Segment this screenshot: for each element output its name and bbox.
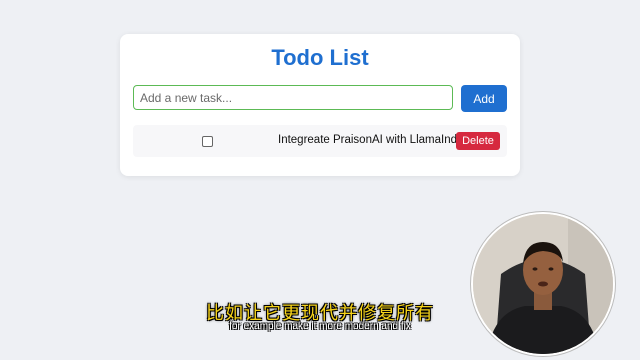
video-frame: Todo List Add Integreate PraisonAI with … (0, 0, 640, 360)
presenter-image (473, 214, 613, 354)
todo-text: Integreate PraisonAI with LlamaIndex (278, 134, 470, 146)
task-input[interactable] (133, 85, 453, 110)
page-title: Todo List (271, 45, 369, 70)
add-button[interactable]: Add (461, 85, 507, 112)
todo-card: Todo List Add Integreate PraisonAI with … (120, 34, 520, 176)
todo-item: Integreate PraisonAI with LlamaIndex Del… (133, 125, 507, 157)
todo-checkbox[interactable] (202, 136, 213, 147)
presenter-webcam (471, 212, 615, 356)
delete-button[interactable]: Delete (456, 132, 500, 150)
subtitle-english: for example make it more modern and fix (229, 321, 411, 332)
